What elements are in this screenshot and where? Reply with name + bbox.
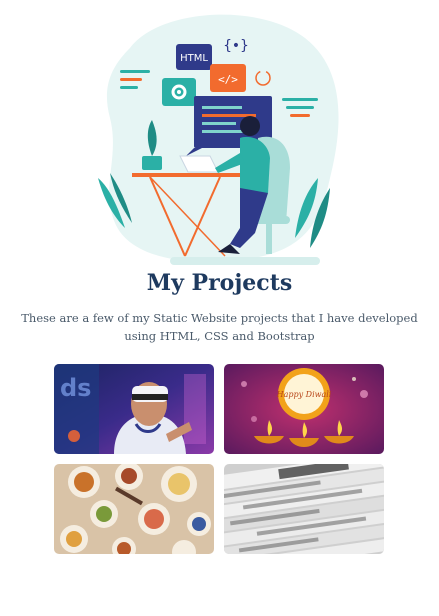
page-title: My Projects: [146, 270, 293, 296]
svg-text:ds: ds: [60, 374, 91, 402]
news-project-thumbnail[interactable]: [224, 464, 384, 554]
diya-lamp-icon: Happy Diwali: [224, 364, 384, 454]
diwali-project-thumbnail[interactable]: Happy Diwali: [224, 364, 384, 454]
food-table-icon: [54, 464, 214, 554]
food-project-thumbnail[interactable]: [54, 464, 214, 554]
html-badge-text: HTML: [180, 53, 208, 64]
projects-grid: ds Happy Diwali: [54, 364, 385, 554]
vr-project-thumbnail[interactable]: ds: [54, 364, 214, 454]
page-subtitle: These are a few of my Static Website pro…: [21, 311, 418, 343]
newspapers-icon: [224, 464, 384, 554]
hero-illustration: HTML {•} </>: [90, 8, 350, 270]
braces-badge-text: {•}: [223, 38, 248, 54]
diwali-caption: Happy Diwali: [276, 390, 332, 399]
tag-badge-text: </>: [218, 73, 238, 86]
vr-headset-icon: ds: [54, 364, 214, 454]
